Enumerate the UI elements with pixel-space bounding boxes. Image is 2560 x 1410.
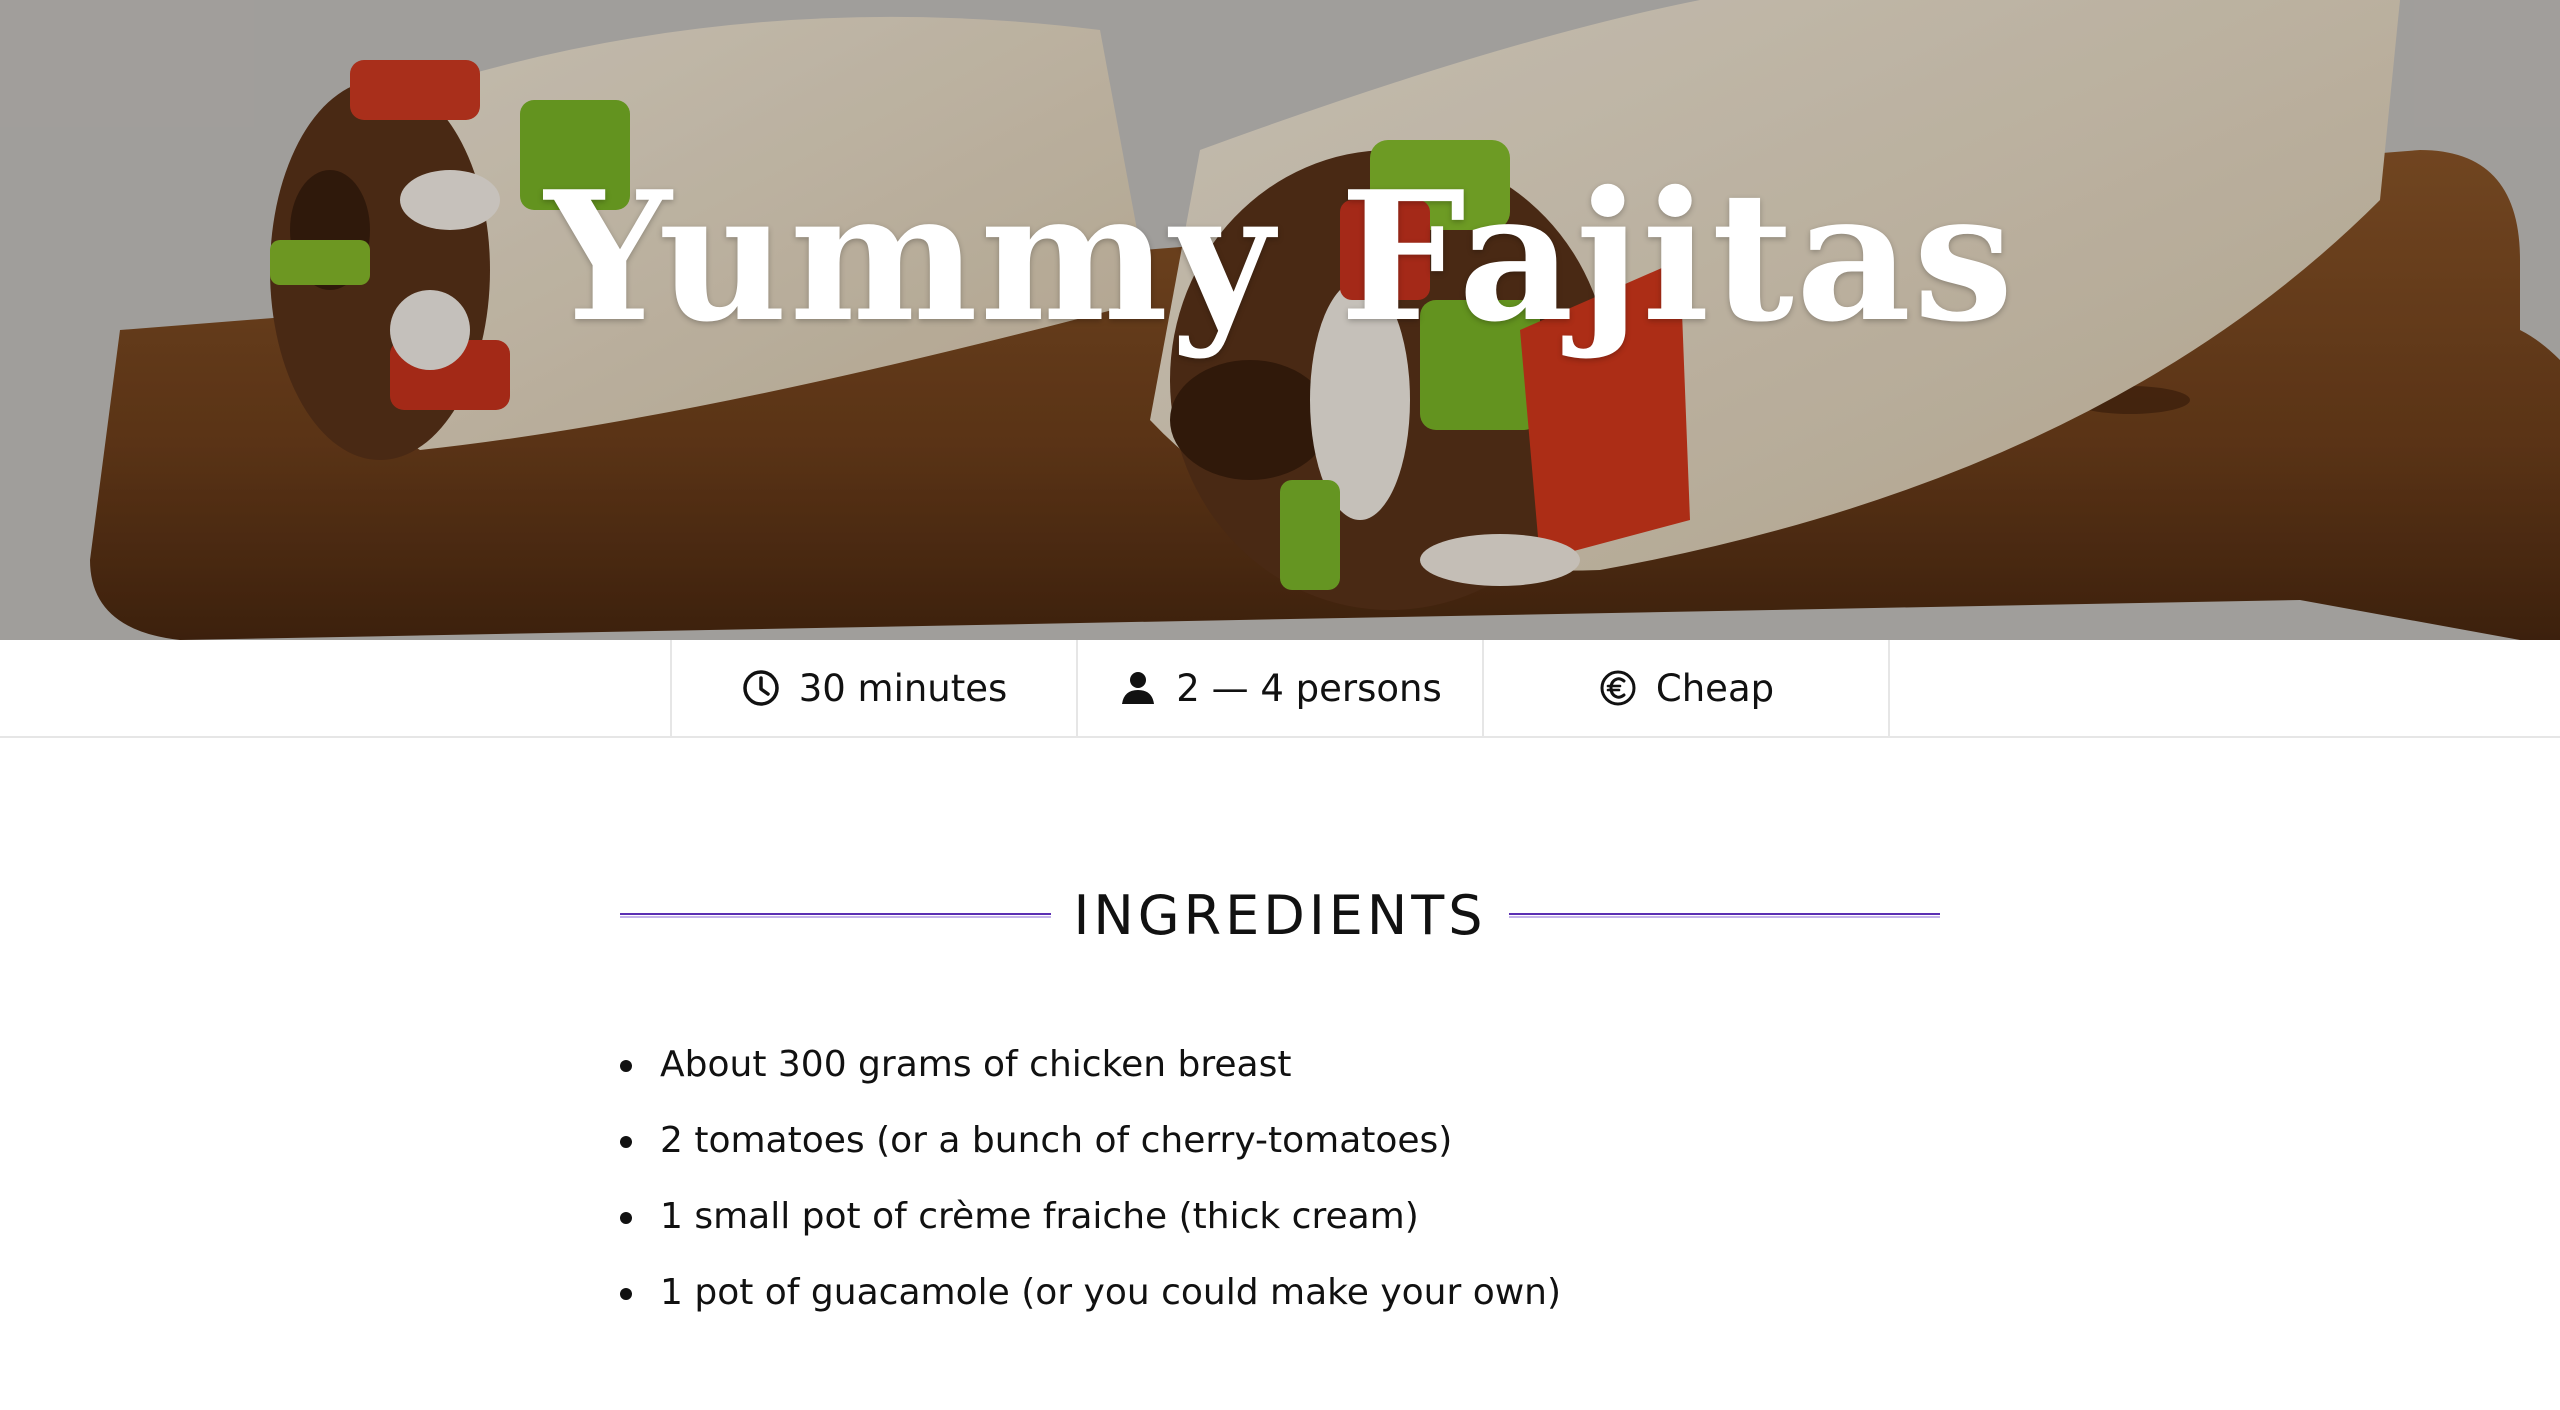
- meta-servings-label: 2 — 4 persons: [1176, 666, 1442, 710]
- ingredients-section: INGREDIENTS About 300 grams of chicken b…: [620, 738, 1940, 1331]
- ingredient-list: About 300 grams of chicken breast 2 toma…: [620, 1027, 1940, 1331]
- ingredient-item: 1 small pot of crème fraiche (thick crea…: [620, 1179, 1940, 1255]
- hero-banner: Yummy Fajitas: [0, 0, 2560, 640]
- heading-rule-right: [1508, 913, 1940, 918]
- meta-price-label: Cheap: [1655, 666, 1775, 710]
- meta-price: Cheap: [1484, 640, 1890, 736]
- ingredients-heading-row: INGREDIENTS: [620, 884, 1940, 947]
- ingredient-item: 2 tomatoes (or a bunch of cherry-tomatoe…: [620, 1103, 1940, 1179]
- meta-cooking-time-label: 30 minutes: [798, 666, 1008, 710]
- meta-servings: 2 — 4 persons: [1078, 640, 1484, 736]
- heading-rule-left: [620, 913, 1052, 918]
- person-icon: [1122, 672, 1155, 704]
- ingredient-item: 1 pot of guacamole (or you could make yo…: [620, 1255, 1940, 1331]
- meta-cooking-time: 30 minutes: [672, 640, 1078, 736]
- recipe-meta-bar: 30 minutes 2 — 4 persons Cheap: [0, 640, 2560, 738]
- ingredients-heading: INGREDIENTS: [1073, 884, 1487, 947]
- ingredient-item: About 300 grams of chicken breast: [620, 1027, 1940, 1103]
- recipe-meta-row: 30 minutes 2 — 4 persons Cheap: [670, 640, 1890, 736]
- clock-icon: [742, 670, 779, 706]
- recipe-title: Yummy Fajitas: [544, 152, 2016, 361]
- euro-icon: [1600, 670, 1636, 706]
